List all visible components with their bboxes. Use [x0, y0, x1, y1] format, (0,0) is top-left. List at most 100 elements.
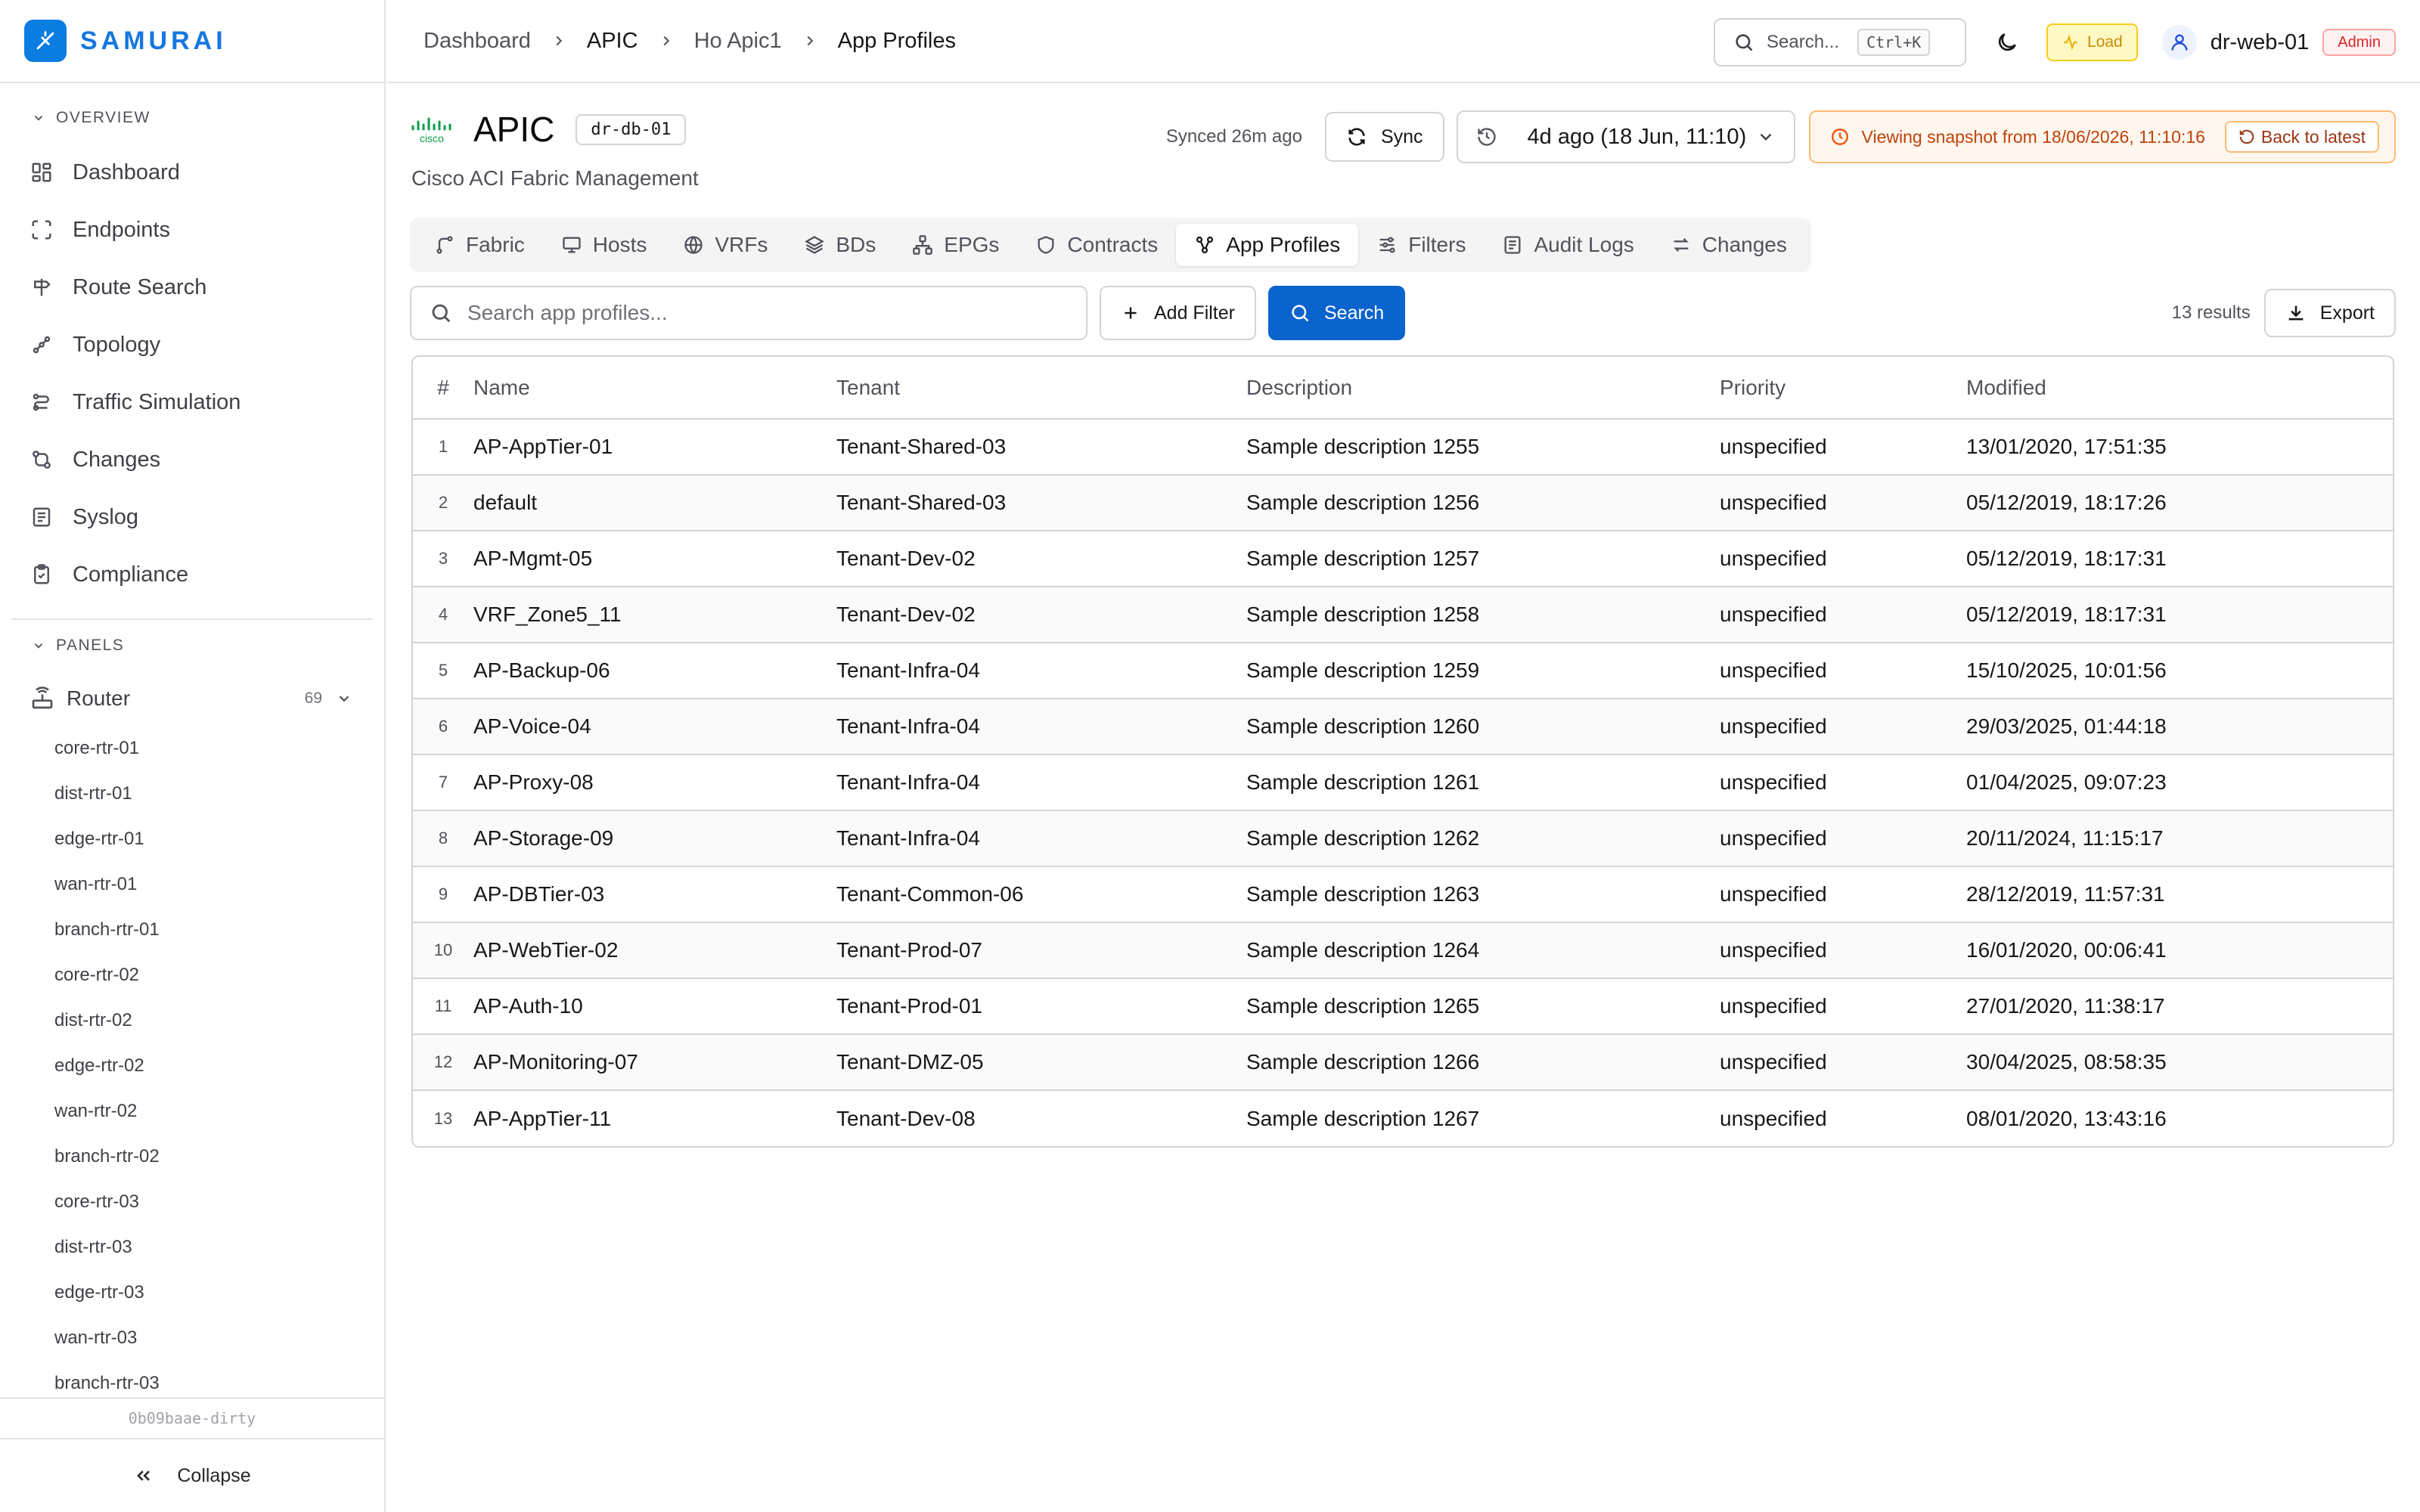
cell-name: AP-Mgmt-05: [473, 531, 836, 587]
sidebar-item-dashboard[interactable]: Dashboard: [0, 144, 384, 201]
sidebar-item-topology[interactable]: Topology: [0, 316, 384, 373]
tab-changes[interactable]: Changes: [1652, 224, 1805, 266]
sync-button[interactable]: Sync: [1324, 112, 1444, 162]
search-input[interactable]: [467, 301, 1072, 325]
cell-modified: 13/01/2020, 17:51:35: [1966, 419, 2393, 476]
history-icon: [1477, 128, 1496, 146]
user-icon: [2171, 34, 2188, 51]
add-filter-button[interactable]: Add Filter: [1100, 286, 1256, 340]
cisco-logo-icon: cisco: [410, 114, 457, 144]
router-item[interactable]: core-rtr-01: [0, 726, 384, 771]
router-item[interactable]: dist-rtr-01: [0, 771, 384, 816]
sidebar-item-syslog[interactable]: Syslog: [0, 488, 384, 546]
sidebar-item-endpoints[interactable]: Endpoints: [0, 201, 384, 259]
router-item[interactable]: edge-rtr-01: [0, 816, 384, 862]
app-profile-search[interactable]: [410, 286, 1087, 340]
overview-section-toggle[interactable]: OVERVIEW: [0, 83, 384, 144]
table-row[interactable]: 5 AP-Backup-06 Tenant-Infra-04 Sample descr…: [413, 643, 2393, 699]
router-icon: [32, 686, 53, 709]
sidebar-item-label: Route Search: [73, 274, 207, 299]
table-row[interactable]: 10 AP-WebTier-02 Tenant-Prod-07 Sample desc…: [413, 922, 2393, 979]
cell-description: Sample description 1259: [1246, 643, 1720, 699]
table-row[interactable]: 6 AP-Voice-04 Tenant-Infra-04 Sample descri…: [413, 699, 2393, 755]
table-row[interactable]: 12 AP-Monitoring-07 Tenant-DMZ-05 Sample de…: [413, 1034, 2393, 1091]
table-row[interactable]: 2 default Tenant-Shared-03 Sample descripti…: [413, 475, 2393, 531]
cell-priority: unspecified: [1720, 587, 1966, 643]
table-row[interactable]: 9 AP-DBTier-03 Tenant-Common-06 Sample desc…: [413, 866, 2393, 923]
column-header-name[interactable]: Name: [473, 357, 836, 420]
router-item[interactable]: wan-rtr-01: [0, 862, 384, 907]
table-row[interactable]: 11 AP-Auth-10 Tenant-Prod-01 Sample descrip…: [413, 978, 2393, 1035]
export-button[interactable]: Export: [2263, 289, 2396, 337]
search-button[interactable]: Search: [1267, 286, 1406, 340]
column-header-tenant[interactable]: Tenant: [836, 357, 1246, 420]
router-item[interactable]: dist-rtr-02: [0, 998, 384, 1043]
username[interactable]: dr-web-01: [2211, 30, 2310, 55]
tab-vrfs[interactable]: VRFs: [665, 224, 786, 266]
sidebar-item-route-search[interactable]: Route Search: [0, 259, 384, 316]
global-search-input[interactable]: Search... Ctrl+K: [1714, 18, 1967, 67]
cell-priority: unspecified: [1720, 754, 1966, 811]
tab-bds[interactable]: BDs: [786, 224, 894, 266]
page-subtitle: Cisco ACI Fabric Management: [411, 166, 699, 190]
keyboard-shortcut: Ctrl+K: [1857, 29, 1931, 56]
theme-toggle[interactable]: [1995, 30, 2019, 54]
sidebar-item-traffic-simulation[interactable]: Traffic Simulation: [0, 373, 384, 431]
table-row[interactable]: 7 AP-Proxy-08 Tenant-Infra-04 Sample descri…: [413, 754, 2393, 811]
panel-router-label: Router: [67, 686, 131, 710]
add-filter-label: Add Filter: [1154, 302, 1235, 324]
cell-description: Sample description 1266: [1246, 1034, 1720, 1091]
breadcrumb-item[interactable]: Ho Apic1: [694, 29, 782, 54]
breadcrumb-item[interactable]: APIC: [587, 29, 638, 54]
tab-hosts[interactable]: Hosts: [543, 224, 666, 266]
panels-section-toggle[interactable]: PANELS: [0, 620, 384, 671]
cell-modified: 28/12/2019, 11:57:31: [1966, 866, 2393, 923]
cell-name: VRF_Zone5_11: [473, 587, 836, 643]
column-header-index[interactable]: #: [413, 357, 473, 420]
tab-contracts[interactable]: Contracts: [1017, 224, 1176, 266]
role-badge: Admin: [2322, 29, 2396, 56]
column-header-modified[interactable]: Modified: [1966, 357, 2393, 420]
endpoints-icon: [32, 220, 51, 240]
brand-name: SAMURAI: [80, 26, 227, 55]
load-button[interactable]: Load: [2046, 23, 2138, 61]
brand[interactable]: SAMURAI: [0, 0, 384, 83]
router-item[interactable]: edge-rtr-03: [0, 1270, 384, 1315]
router-item[interactable]: wan-rtr-02: [0, 1089, 384, 1134]
tab-filters[interactable]: Filters: [1358, 224, 1484, 266]
tab-fabric[interactable]: Fabric: [416, 224, 543, 266]
chevron-right-icon: [658, 33, 675, 49]
app-profiles-table: # Name Tenant Description Priority Modif…: [411, 355, 2394, 1148]
router-item[interactable]: wan-rtr-03: [0, 1315, 384, 1361]
snapshot-select[interactable]: 4d ago (18 Jun, 11:10): [1456, 110, 1795, 163]
table-row[interactable]: 13 AP-AppTier-11 Tenant-Dev-08 Sample descr…: [413, 1090, 2393, 1146]
synced-status: Synced 26m ago: [1165, 126, 1302, 147]
router-item[interactable]: branch-rtr-02: [0, 1134, 384, 1179]
avatar[interactable]: [2161, 25, 2197, 60]
table-row[interactable]: 8 AP-Storage-09 Tenant-Infra-04 Sample desc…: [413, 810, 2393, 867]
cell-description: Sample description 1257: [1246, 531, 1720, 587]
panel-router[interactable]: Router 69: [0, 671, 384, 726]
collapse-button[interactable]: Collapse: [0, 1439, 384, 1512]
sidebar-item-changes[interactable]: Changes: [0, 431, 384, 488]
router-item[interactable]: branch-rtr-01: [0, 907, 384, 953]
moon-icon: [1998, 33, 2016, 51]
router-item[interactable]: dist-rtr-03: [0, 1225, 384, 1270]
router-item[interactable]: core-rtr-02: [0, 953, 384, 998]
router-item[interactable]: core-rtr-03: [0, 1179, 384, 1225]
table-row[interactable]: 4 VRF_Zone5_11 Tenant-Dev-02 Sample descrip…: [413, 587, 2393, 643]
sidebar-item-compliance[interactable]: Compliance: [0, 546, 384, 603]
table-row[interactable]: 1 AP-AppTier-01 Tenant-Shared-03 Sample des…: [413, 419, 2393, 476]
clock-icon: [1831, 129, 1848, 145]
back-to-latest-button[interactable]: Back to latest: [2224, 121, 2379, 153]
chevron-down-icon: [34, 643, 43, 649]
breadcrumb-item[interactable]: Dashboard: [424, 29, 531, 54]
router-item[interactable]: edge-rtr-02: [0, 1043, 384, 1089]
tab-audit-logs[interactable]: Audit Logs: [1484, 224, 1652, 266]
column-header-description[interactable]: Description: [1246, 357, 1720, 420]
tab-epgs[interactable]: EPGs: [894, 224, 1017, 266]
column-header-priority[interactable]: Priority: [1720, 357, 1966, 420]
tab-label: BDs: [836, 233, 876, 256]
table-row[interactable]: 3 AP-Mgmt-05 Tenant-Dev-02 Sample descripti…: [413, 531, 2393, 587]
tab-app-profiles[interactable]: App Profiles: [1176, 224, 1359, 266]
